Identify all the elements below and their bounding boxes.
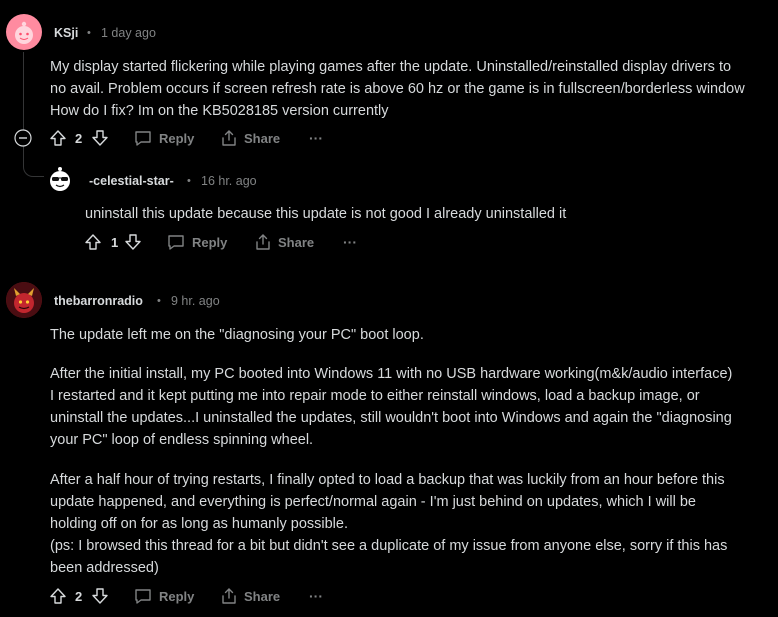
comment-text: been addressed) [50, 560, 159, 576]
timestamp[interactable]: 9 hr. ago [171, 294, 220, 308]
share-button[interactable]: Share [254, 233, 314, 251]
comment-text: After a half hour of trying restarts, I … [50, 472, 725, 488]
separator: • [187, 175, 191, 187]
reply-label: Reply [159, 130, 195, 146]
share-button[interactable]: Share [220, 587, 280, 605]
comment-text: uninstall the updates...I uninstalled th… [50, 410, 732, 426]
comment-text: holding off on for as long as humanly po… [50, 516, 348, 532]
upvote-icon [50, 588, 66, 604]
reply-button[interactable]: Reply [133, 587, 194, 605]
comment-text: After the initial install, my PC booted … [50, 366, 733, 382]
vote-score: 2 [75, 131, 83, 146]
reply-button[interactable]: Reply [133, 129, 194, 147]
downvote-button[interactable] [91, 587, 109, 605]
comment-author[interactable]: -celestial-star- [89, 174, 174, 188]
share-icon [222, 130, 236, 146]
comment-icon [135, 589, 151, 604]
comment-author[interactable]: KSji [54, 26, 78, 40]
upvote-icon [85, 234, 101, 250]
comment-text: How do I fix? Im on the KB5028185 versio… [50, 103, 389, 119]
timestamp[interactable]: 16 hr. ago [201, 174, 257, 188]
downvote-icon [125, 234, 141, 250]
reply-button[interactable]: Reply [166, 233, 227, 251]
collapse-button[interactable] [14, 129, 32, 147]
share-icon [256, 234, 270, 250]
comment-text: your PC" loop of endless spinning wheel. [50, 432, 314, 448]
collapse-icon [14, 129, 32, 147]
snoo-avatar-icon [15, 21, 33, 44]
share-icon [222, 588, 236, 604]
share-button[interactable]: Share [220, 129, 280, 147]
downvote-button[interactable] [124, 233, 142, 251]
reply-label: Reply [159, 588, 195, 604]
thread-line [23, 52, 24, 130]
comment-text: The update left me on the "diagnosing yo… [50, 327, 424, 343]
more-options-button[interactable]: ··· [309, 130, 323, 146]
comment-text: (ps: I browsed this thread for a bit but… [50, 538, 728, 554]
snoo-sunglasses-avatar-icon [50, 167, 70, 191]
upvote-button[interactable] [49, 129, 67, 147]
share-label: Share [244, 588, 281, 604]
comment-text: My display started flickering while play… [50, 59, 732, 75]
comment-text: uninstall this update because this updat… [85, 206, 567, 222]
share-label: Share [278, 234, 315, 250]
vote-score: 2 [75, 589, 83, 604]
separator: • [157, 295, 161, 307]
more-icon: ··· [309, 130, 323, 146]
more-options-button[interactable]: ··· [343, 234, 357, 250]
upvote-button[interactable] [84, 233, 102, 251]
avatar[interactable] [6, 282, 42, 318]
timestamp[interactable]: 1 day ago [101, 26, 156, 40]
comment-icon [135, 131, 151, 146]
downvote-button[interactable] [91, 129, 109, 147]
more-icon: ··· [309, 588, 323, 604]
share-label: Share [244, 130, 281, 146]
separator: • [87, 27, 91, 39]
thread-line [23, 146, 24, 158]
comment-text: I restarted and it kept putting me into … [50, 388, 700, 404]
avatar[interactable] [44, 163, 76, 195]
avatar[interactable] [6, 14, 42, 50]
comment-text: no avail. Problem occurs if screen refre… [50, 81, 745, 97]
comment-icon [168, 235, 184, 250]
snoo-demon-avatar-icon [6, 282, 42, 318]
downvote-icon [92, 588, 108, 604]
thread-branch [23, 158, 44, 177]
upvote-button[interactable] [49, 587, 67, 605]
comment-text: update happened, and everything is perfe… [50, 494, 697, 510]
more-icon: ··· [343, 234, 357, 250]
vote-score: 1 [111, 235, 119, 250]
reply-label: Reply [192, 234, 228, 250]
upvote-icon [50, 130, 66, 146]
comment-author[interactable]: thebarronradio [54, 294, 143, 308]
more-options-button[interactable]: ··· [309, 588, 323, 604]
downvote-icon [92, 130, 108, 146]
